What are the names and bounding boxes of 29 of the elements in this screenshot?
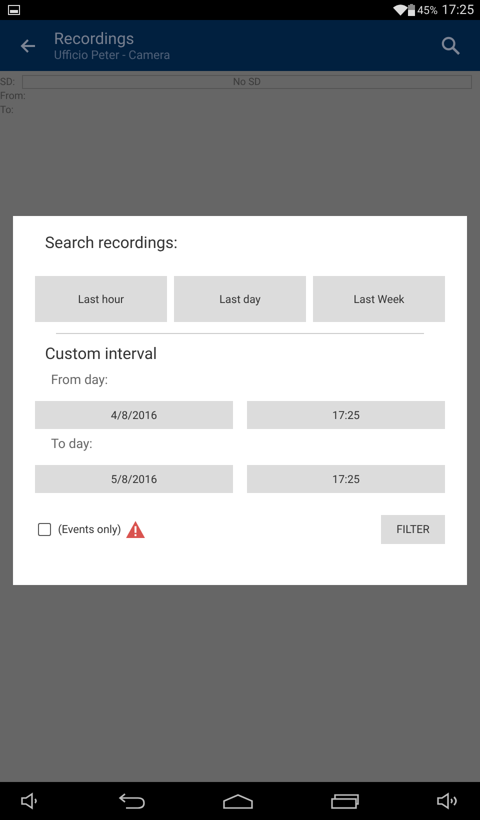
- search-icon[interactable]: [441, 36, 460, 55]
- time-picker-button[interactable]: 17:25: [247, 465, 445, 493]
- quick-range-button[interactable]: Last hour: [35, 276, 167, 322]
- quick-range-button[interactable]: Last day: [174, 276, 306, 322]
- volume-down-icon[interactable]: [20, 792, 40, 810]
- quick-range-button[interactable]: Last Week: [313, 276, 445, 322]
- checkbox-label: (Events only): [58, 523, 122, 536]
- clock: 17:25: [442, 2, 474, 18]
- battery-icon: [408, 4, 416, 16]
- battery-percentage: 45%: [417, 4, 438, 16]
- back-arrow-icon[interactable]: [20, 38, 36, 54]
- section-heading: Custom interval: [45, 344, 158, 365]
- screen-subtitle: Ufficio Peter - Camera: [54, 48, 172, 62]
- recent-apps-icon[interactable]: [330, 793, 358, 809]
- volume-up-icon[interactable]: [436, 792, 460, 810]
- back-icon[interactable]: [118, 793, 146, 809]
- field-label: From day:: [51, 373, 109, 390]
- checkbox[interactable]: [38, 523, 51, 536]
- home-icon[interactable]: [223, 793, 253, 809]
- date-picker-button[interactable]: 4/8/2016: [35, 401, 233, 429]
- filter-button[interactable]: FILTER: [381, 515, 445, 544]
- time-picker-button[interactable]: 17:25: [247, 401, 445, 429]
- wifi-icon: [393, 4, 408, 16]
- date-picker-button[interactable]: 5/8/2016: [35, 465, 233, 493]
- warning-icon: [126, 521, 146, 538]
- screenshot-icon: [8, 5, 20, 15]
- screen-title: Recordings: [54, 28, 136, 48]
- field-label: To day:: [51, 437, 94, 454]
- dialog-title: Search recordings:: [45, 233, 179, 254]
